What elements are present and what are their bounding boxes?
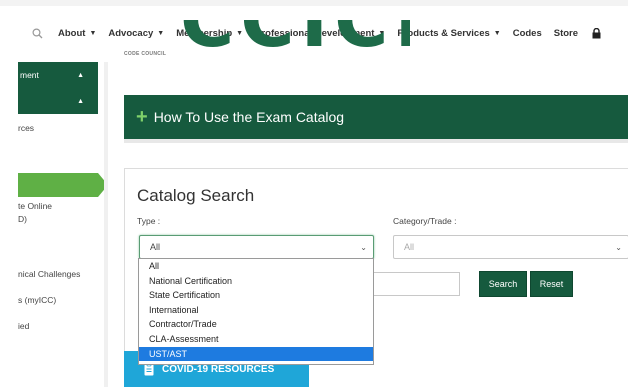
sidebar-item-active[interactable]: [18, 173, 98, 197]
nav-products-services-label: Products & Services: [397, 27, 490, 39]
search-icon[interactable]: [30, 26, 44, 40]
caret-down-icon: ▼: [157, 29, 165, 37]
caret-down-icon: ▼: [89, 29, 97, 37]
logo-subtext: CODE COUNCIL: [124, 51, 167, 57]
sidebar-menu-label: ment: [20, 70, 39, 80]
search-button[interactable]: Search: [479, 271, 527, 297]
sidebar-link-myicc[interactable]: s (myICC): [18, 295, 56, 305]
dropdown-option-ust-ast[interactable]: UST/AST: [139, 346, 373, 362]
lock-icon[interactable]: [590, 26, 602, 40]
sidebar-divider: [104, 62, 108, 387]
nav-products-services[interactable]: Products & Services ▼: [397, 28, 500, 39]
caret-up-icon: ▲: [77, 97, 84, 105]
covid-resources-label: COVID-19 RESOURCES: [162, 363, 275, 375]
sidebar-menu-row[interactable]: ment ▲: [18, 62, 98, 88]
dropdown-option-state-certification[interactable]: State Certification: [139, 288, 373, 303]
nav-advocacy-label: Advocacy: [108, 27, 154, 39]
sidebar-menu: ment ▲ ▲: [18, 62, 98, 114]
sidebar-link-online[interactable]: te Online: [18, 201, 52, 211]
nav-store[interactable]: Store: [554, 28, 578, 39]
category-select-value: All: [404, 242, 415, 252]
reset-button[interactable]: Reset: [530, 271, 573, 297]
category-label: Category/Trade :: [393, 216, 457, 226]
nav-advocacy[interactable]: Advocacy ▼: [108, 28, 164, 39]
type-select[interactable]: All ⌄: [139, 235, 374, 259]
left-sidebar: ment ▲ ▲: [0, 62, 100, 387]
nav-about-label: About: [58, 27, 86, 39]
dropdown-option-contractor-trade[interactable]: Contractor/Trade: [139, 317, 373, 332]
chevron-down-icon: ⌄: [360, 242, 367, 252]
keyword-input[interactable]: [371, 272, 460, 296]
top-strip: [0, 0, 628, 6]
nav-codes-label: Codes: [512, 27, 542, 39]
sidebar-link-certified[interactable]: ied: [18, 321, 29, 331]
plus-icon: +: [136, 106, 148, 128]
caret-down-icon: ▼: [493, 29, 501, 37]
type-select-value: All: [150, 242, 161, 252]
chevron-down-icon: ⌄: [615, 242, 622, 252]
dropdown-option-cla-assessment[interactable]: CLA-Assessment: [139, 332, 373, 347]
accordion-title: How To Use the Exam Catalog: [153, 109, 345, 125]
accordion-shadow: [124, 139, 628, 143]
sidebar-menu-row[interactable]: ▲: [18, 88, 98, 114]
type-label: Type :: [137, 216, 161, 226]
nav-about[interactable]: About ▼: [58, 28, 96, 39]
exam-catalog-accordion[interactable]: + How To Use the Exam Catalog: [124, 95, 628, 139]
type-dropdown-list: All National Certification State Certifi…: [138, 258, 374, 365]
sidebar-link-online-cont[interactable]: D): [18, 214, 27, 224]
dropdown-option-all[interactable]: All: [139, 259, 373, 274]
category-select[interactable]: All ⌄: [393, 235, 628, 259]
sidebar-link-resources[interactable]: rces: [18, 123, 34, 133]
nav-store-label: Store: [553, 27, 579, 39]
nav-codes[interactable]: Codes: [513, 28, 542, 39]
caret-up-icon: ▲: [77, 71, 84, 79]
dropdown-option-national-certification[interactable]: National Certification: [139, 274, 373, 289]
dropdown-option-international[interactable]: International: [139, 303, 373, 318]
logo-text: CCICI: [180, 20, 410, 58]
site-logo[interactable]: CCICI: [180, 20, 410, 58]
panel-title: Catalog Search: [137, 186, 255, 205]
sidebar-link-technical-challenges[interactable]: nical Challenges: [18, 269, 80, 279]
